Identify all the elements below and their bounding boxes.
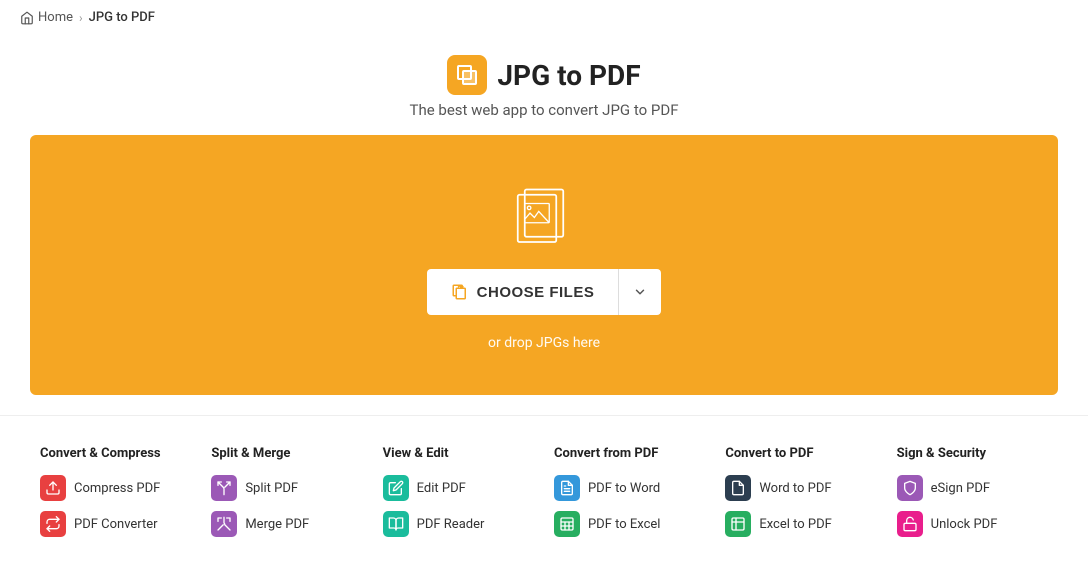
link-merge-pdf-text: Merge PDF [245,517,309,532]
drop-hint: or drop JPGs here [488,335,600,351]
breadcrumb: Home › JPG to PDF [0,0,1088,35]
edit-pdf-icon [383,475,409,501]
link-word-to-pdf-text: Word to PDF [759,481,831,496]
link-excel-to-pdf[interactable]: Excel to PDF [725,511,876,537]
page-title-wrapper: JPG to PDF [0,55,1088,95]
link-excel-to-pdf-text: Excel to PDF [759,517,831,532]
category-convert-to-pdf-title: Convert to PDF [725,446,876,461]
choose-files-dropdown-button[interactable] [618,269,661,315]
drop-zone-image-icon [509,179,579,249]
pdf-reader-icon [383,511,409,537]
category-convert-to-pdf: Convert to PDF Word to PDF Excel to PDF [715,446,886,547]
page-title: JPG to PDF [497,59,640,92]
category-split-merge-title: Split & Merge [211,446,362,461]
choose-files-button[interactable]: CHOOSE FILES [427,269,619,315]
footer-links: Convert & Compress Compress PDF PDF Conv… [0,415,1088,567]
link-pdf-converter-text: PDF Converter [74,517,158,532]
link-pdf-to-excel[interactable]: PDF to Excel [554,511,705,537]
word-to-pdf-icon [725,475,751,501]
link-pdf-reader-text: PDF Reader [417,517,485,532]
esign-pdf-icon [897,475,923,501]
unlock-pdf-icon [897,511,923,537]
category-convert-compress-title: Convert & Compress [40,446,191,461]
link-pdf-reader[interactable]: PDF Reader [383,511,534,537]
drop-zone: CHOOSE FILES or drop JPGs here [30,135,1058,395]
compress-pdf-icon [40,475,66,501]
link-edit-pdf[interactable]: Edit PDF [383,475,534,501]
page-subtitle: The best web app to convert JPG to PDF [0,101,1088,119]
link-compress-pdf-text: Compress PDF [74,481,160,496]
link-pdf-to-word[interactable]: PDF to Word [554,475,705,501]
category-convert-from-pdf-title: Convert from PDF [554,446,705,461]
merge-pdf-icon [211,511,237,537]
pdf-to-excel-icon [554,511,580,537]
link-pdf-converter[interactable]: PDF Converter [40,511,191,537]
choose-files-row: CHOOSE FILES [427,269,662,315]
home-icon [20,11,34,25]
split-pdf-icon [211,475,237,501]
chevron-down-icon [633,285,647,299]
category-convert-from-pdf: Convert from PDF PDF to Word PDF to Exce… [544,446,715,547]
pdf-converter-icon [40,511,66,537]
file-upload-icon [451,283,469,301]
link-unlock-pdf-text: Unlock PDF [931,517,998,532]
breadcrumb-current: JPG to PDF [89,10,155,25]
link-pdf-to-excel-text: PDF to Excel [588,517,660,532]
jpg-to-pdf-icon [455,63,479,87]
breadcrumb-home-label: Home [38,10,73,25]
category-view-edit-title: View & Edit [383,446,534,461]
excel-to-pdf-icon [725,511,751,537]
link-compress-pdf[interactable]: Compress PDF [40,475,191,501]
page-header: JPG to PDF The best web app to convert J… [0,35,1088,135]
pdf-to-word-icon [554,475,580,501]
link-merge-pdf[interactable]: Merge PDF [211,511,362,537]
link-unlock-pdf[interactable]: Unlock PDF [897,511,1048,537]
category-sign-security: Sign & Security eSign PDF Unlock PDF [887,446,1058,547]
category-split-merge: Split & Merge Split PDF Merge PDF [201,446,372,547]
page-title-icon [447,55,487,95]
link-edit-pdf-text: Edit PDF [417,481,466,496]
breadcrumb-separator: › [79,11,83,25]
link-split-pdf-text: Split PDF [245,481,298,496]
category-view-edit: View & Edit Edit PDF PDF Reader [373,446,544,547]
category-convert-compress: Convert & Compress Compress PDF PDF Conv… [30,446,201,547]
link-split-pdf[interactable]: Split PDF [211,475,362,501]
link-pdf-to-word-text: PDF to Word [588,481,660,496]
breadcrumb-home-link[interactable]: Home [20,10,73,25]
link-esign-pdf[interactable]: eSign PDF [897,475,1048,501]
choose-files-label: CHOOSE FILES [477,284,595,301]
category-sign-security-title: Sign & Security [897,446,1048,461]
footer-categories: Convert & Compress Compress PDF PDF Conv… [30,446,1058,547]
link-word-to-pdf[interactable]: Word to PDF [725,475,876,501]
link-esign-pdf-text: eSign PDF [931,481,990,496]
